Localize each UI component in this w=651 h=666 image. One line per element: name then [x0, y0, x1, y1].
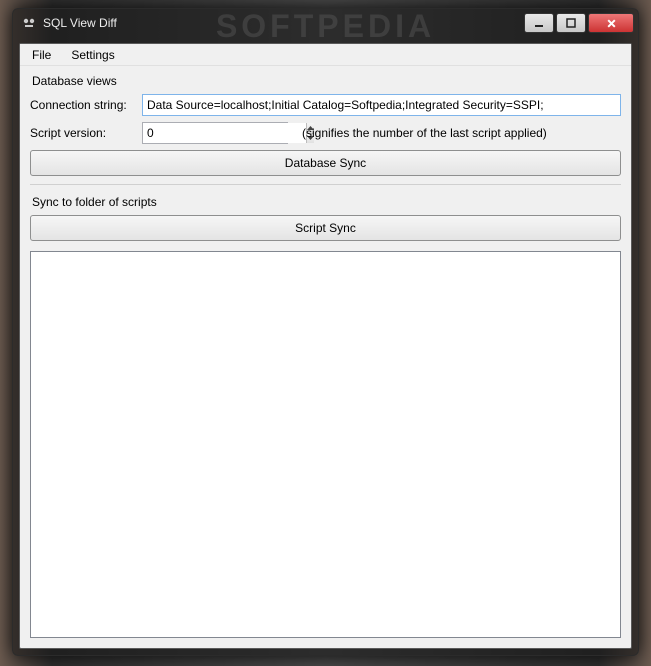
database-views-label: Database views: [30, 72, 621, 88]
menu-file[interactable]: File: [22, 44, 61, 65]
application-window: SQL View Diff File Settings Database vie…: [12, 8, 639, 656]
script-sync-group-label: Sync to folder of scripts: [30, 193, 621, 209]
connection-string-label: Connection string:: [30, 98, 138, 112]
menu-bar: File Settings: [20, 44, 631, 66]
close-button[interactable]: [588, 13, 634, 33]
database-sync-button[interactable]: Database Sync: [30, 150, 621, 176]
connection-string-input[interactable]: [142, 94, 621, 116]
script-version-spinner[interactable]: [142, 122, 288, 144]
results-listbox[interactable]: [30, 251, 621, 638]
script-version-input[interactable]: [143, 123, 306, 143]
maximize-button[interactable]: [556, 13, 586, 33]
section-divider: [30, 184, 621, 185]
title-bar[interactable]: SQL View Diff: [13, 9, 638, 37]
script-version-hint: (signifies the number of the last script…: [302, 126, 547, 140]
app-icon: [21, 15, 37, 31]
script-version-label: Script version:: [30, 126, 138, 140]
window-title: SQL View Diff: [43, 16, 117, 30]
menu-settings[interactable]: Settings: [61, 44, 124, 65]
minimize-button[interactable]: [524, 13, 554, 33]
script-sync-button[interactable]: Script Sync: [30, 215, 621, 241]
client-area: File Settings Database views Connection …: [19, 43, 632, 649]
